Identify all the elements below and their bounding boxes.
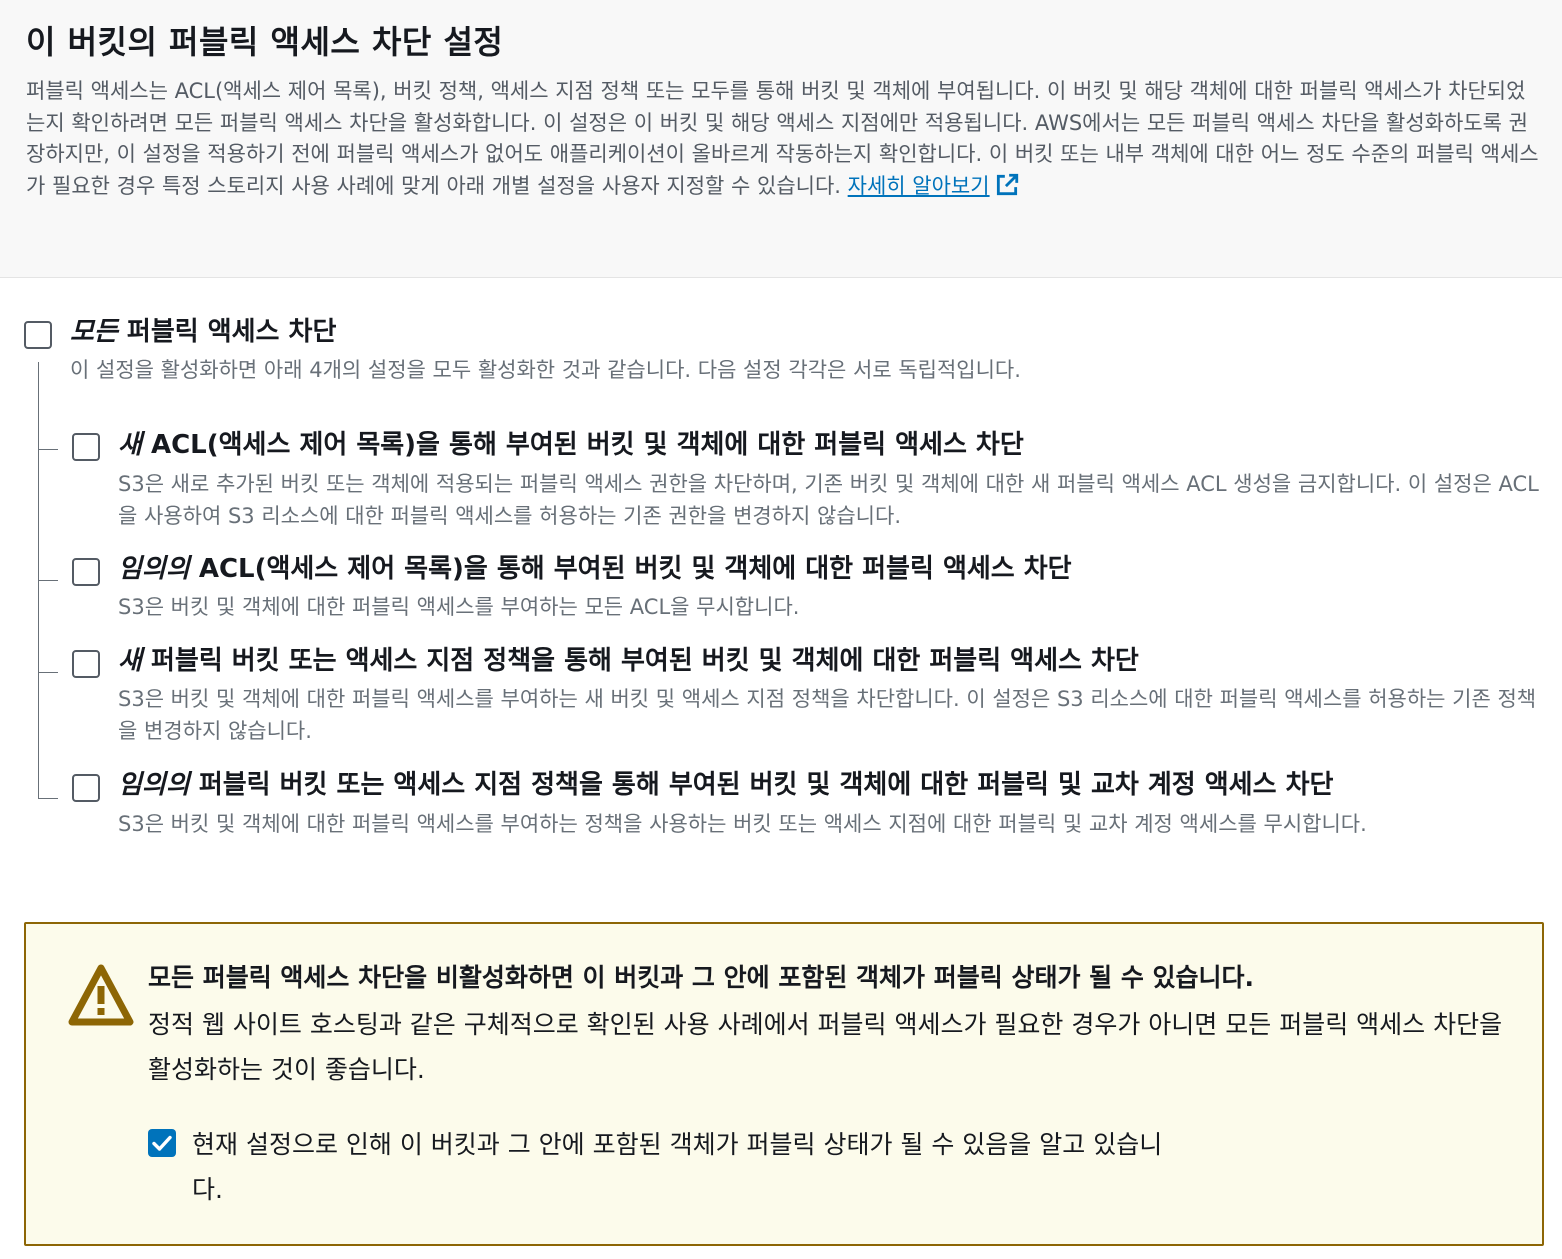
option-emphasis: 새 (118, 646, 142, 676)
option-emphasis: 새 (118, 430, 142, 460)
option-emphasis: 임의의 (118, 554, 190, 584)
acknowledge-checkbox[interactable] (148, 1129, 176, 1157)
block-all-checkbox[interactable] (24, 321, 52, 349)
description-text: 퍼블릭 액세스는 ACL(액세스 제어 목록), 버킷 정책, 액세스 지점 정… (26, 79, 1539, 198)
option-new-acl-description: S3은 새로 추가된 버킷 또는 객체에 적용되는 퍼블릭 액세스 권한을 차단… (118, 472, 1539, 528)
option-new-policy-checkbox[interactable] (72, 650, 100, 678)
acknowledge-label[interactable]: 현재 설정으로 인해 이 버킷과 그 안에 포함된 객체가 퍼블릭 상태가 될 … (192, 1122, 1192, 1212)
tree-branch (38, 449, 58, 450)
warning-title: 모든 퍼블릭 액세스 차단을 비활성화하면 이 버킷과 그 안에 포함된 객체가… (148, 963, 1255, 992)
option-any-acl-description: S3은 버킷 및 객체에 대한 퍼블릭 액세스를 부여하는 모든 ACL을 무시… (118, 595, 800, 619)
tree-branch (38, 580, 58, 581)
block-all-label: 모든 퍼블릭 액세스 차단 (70, 313, 336, 351)
option-emphasis: 임의의 (118, 770, 190, 800)
warning-alert: 모든 퍼블릭 액세스 차단을 비활성화하면 이 버킷과 그 안에 포함된 객체가… (24, 922, 1544, 1246)
tree-branch (38, 798, 58, 799)
settings-header: 이 버킷의 퍼블릭 액세스 차단 설정 퍼블릭 액세스는 ACL(액세스 제어 … (0, 0, 1562, 278)
option-new-acl-checkbox[interactable] (72, 433, 100, 461)
option-new-acl-label: 새 ACL(액세스 제어 목록)을 통해 부여된 버킷 및 객체에 대한 퍼블릭… (118, 427, 1024, 463)
section-description: 퍼블릭 액세스는 ACL(액세스 제어 목록), 버킷 정책, 액세스 지점 정… (26, 76, 1541, 202)
option-any-policy-description: S3은 버킷 및 객체에 대한 퍼블릭 액세스를 부여하는 정책을 사용하는 버… (118, 812, 1367, 836)
block-all-emphasis: 모든 (70, 317, 118, 347)
section-title: 이 버킷의 퍼블릭 액세스 차단 설정 (26, 23, 504, 61)
option-title: ACL(액세스 제어 목록)을 통해 부여된 버킷 및 객체에 대한 퍼블릭 액… (141, 430, 1024, 460)
option-new-policy-description: S3은 버킷 및 객체에 대한 퍼블릭 액세스를 부여하는 새 버킷 및 액세스… (118, 687, 1537, 743)
block-all-description: 이 설정을 활성화하면 아래 4개의 설정을 모두 활성화한 것과 같습니다. … (70, 358, 1021, 382)
option-any-policy-label: 임의의 퍼블릭 버킷 또는 액세스 지점 정책을 통해 부여된 버킷 및 객체에… (118, 767, 1333, 803)
option-any-acl-label: 임의의 ACL(액세스 제어 목록)을 통해 부여된 버킷 및 객체에 대한 퍼… (118, 551, 1072, 587)
tree-branch (38, 672, 58, 673)
warning-description: 정적 웹 사이트 호스팅과 같은 구체적으로 확인된 사용 사례에서 퍼블릭 액… (148, 1010, 1503, 1084)
checkmark-icon (152, 1135, 172, 1151)
external-link-icon[interactable] (994, 172, 1020, 198)
option-title: 퍼블릭 버킷 또는 액세스 지점 정책을 통해 부여된 버킷 및 객체에 대한 … (189, 770, 1334, 800)
option-title: 퍼블릭 버킷 또는 액세스 지점 정책을 통해 부여된 버킷 및 객체에 대한 … (141, 646, 1139, 676)
option-new-policy-label: 새 퍼블릭 버킷 또는 액세스 지점 정책을 통해 부여된 버킷 및 객체에 대… (118, 643, 1139, 679)
learn-more-link[interactable]: 자세히 알아보기 (848, 174, 990, 198)
warning-icon (68, 964, 134, 1026)
option-any-policy-checkbox[interactable] (72, 774, 100, 802)
option-any-acl-checkbox[interactable] (72, 558, 100, 586)
option-title: ACL(액세스 제어 목록)을 통해 부여된 버킷 및 객체에 대한 퍼블릭 액… (189, 554, 1072, 584)
block-all-title: 퍼블릭 액세스 차단 (117, 317, 337, 347)
